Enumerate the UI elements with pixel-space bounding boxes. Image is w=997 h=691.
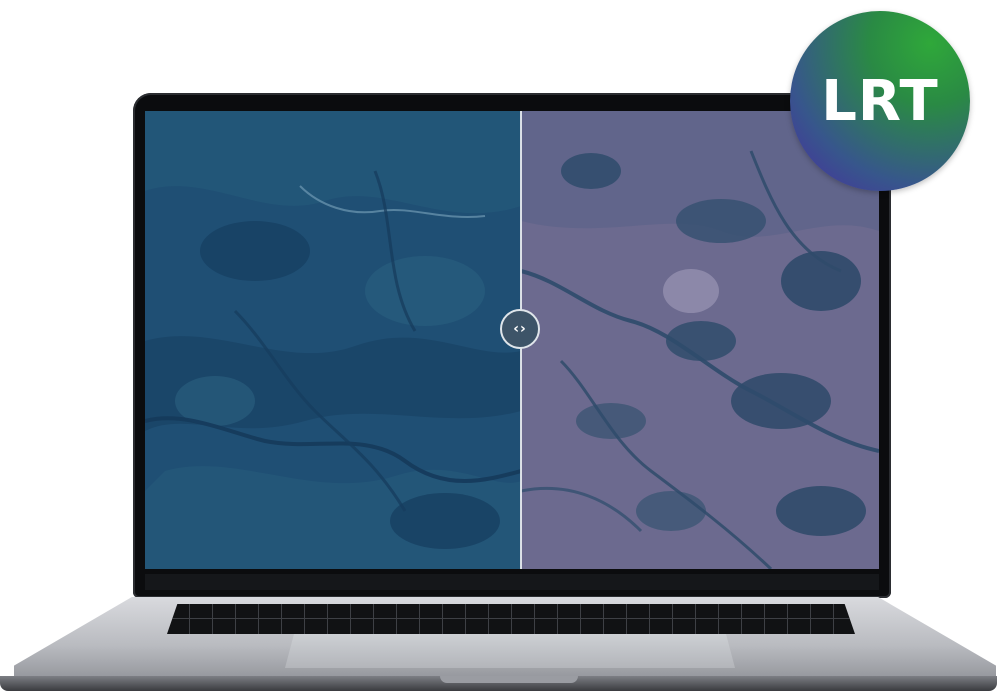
laptop-scene: ‹› LRT: [0, 0, 997, 691]
logo-text: LRT: [821, 68, 939, 134]
lid-open-notch: [440, 676, 578, 683]
satellite-after-graphic: [521, 111, 879, 569]
satellite-before-graphic: [145, 111, 521, 569]
satellite-image-before: [145, 111, 521, 569]
keyboard: [167, 604, 855, 634]
comparison-viewer[interactable]: ‹›: [145, 111, 879, 569]
chevron-left-right-icon: ‹›: [513, 321, 527, 337]
trackpad[interactable]: [285, 634, 735, 668]
screen-bezel-bottom: [145, 574, 879, 590]
comparison-slider-handle[interactable]: ‹›: [500, 309, 540, 349]
lrt-logo: LRT: [790, 11, 970, 191]
satellite-image-after: [521, 111, 879, 569]
laptop-lid: ‹›: [133, 93, 891, 598]
